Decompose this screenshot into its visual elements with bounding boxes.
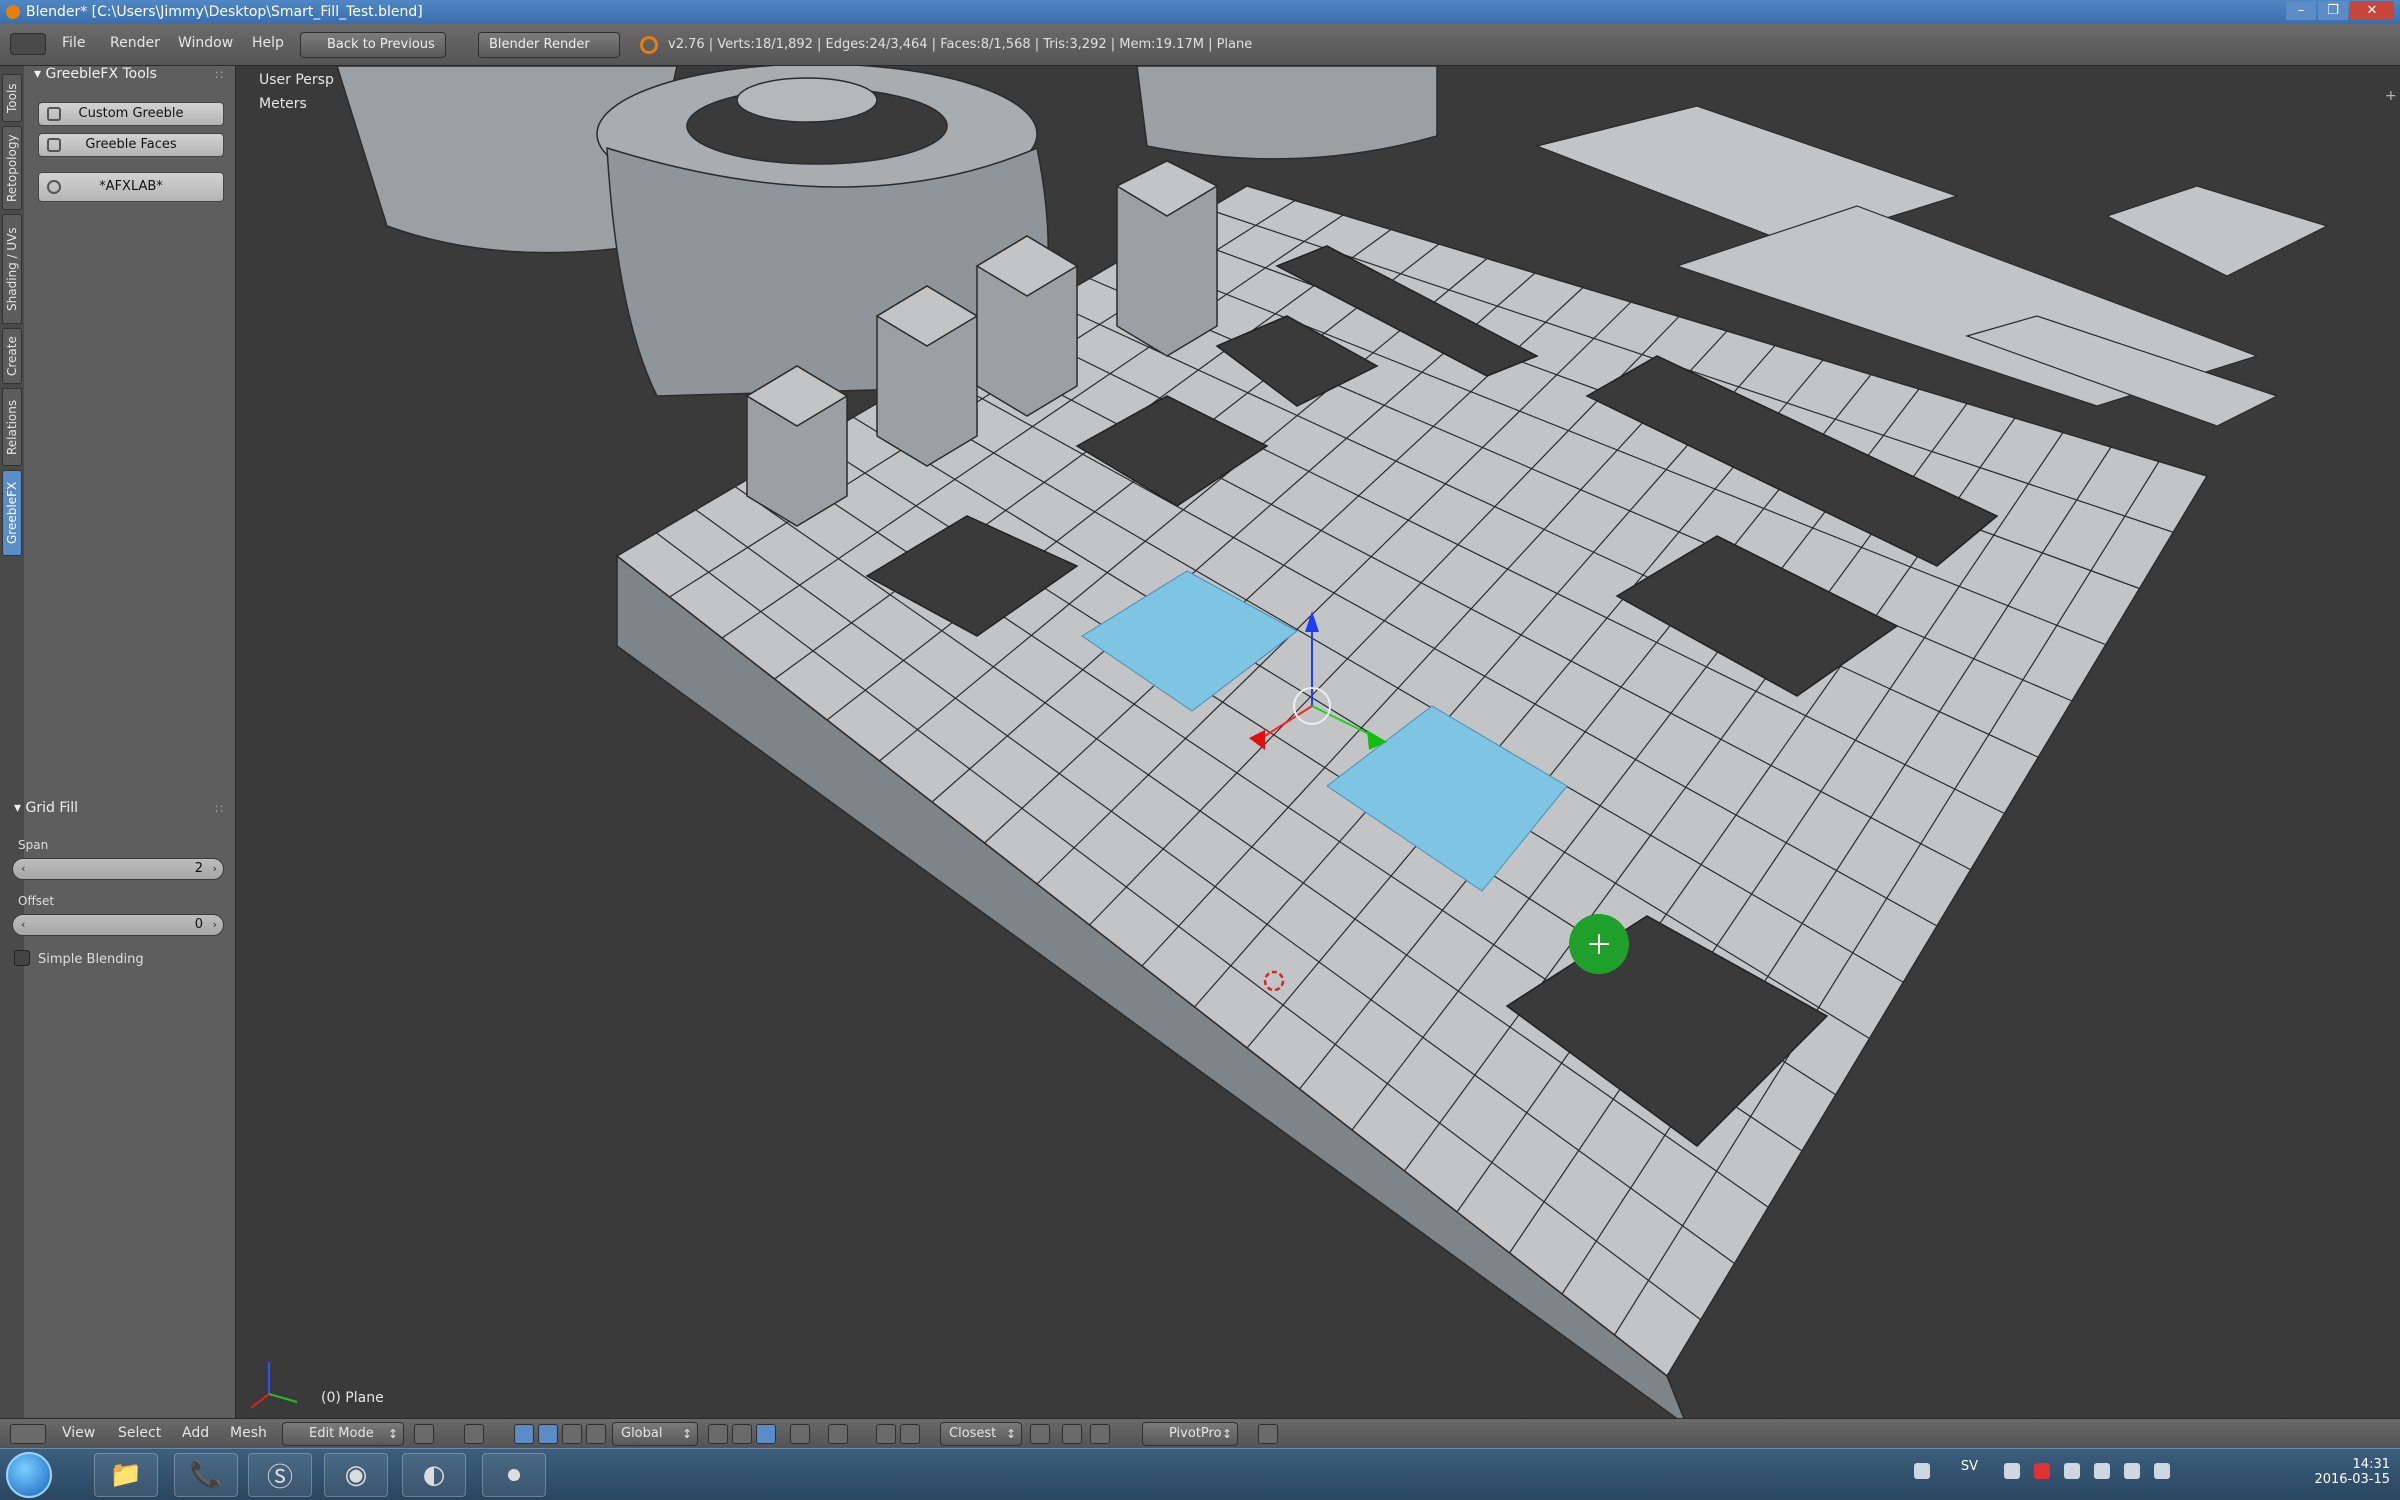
custom-greeble-button[interactable]: Custom Greeble xyxy=(38,102,224,126)
mesh-scene: + xyxy=(250,66,2397,1418)
3d-view-header: View Select Add Mesh Edit Mode Global Cl… xyxy=(0,1418,2400,1448)
tab-create[interactable]: Create xyxy=(2,328,22,384)
offset-field[interactable]: ‹ 0 › xyxy=(12,914,224,936)
scene-stats: v2.76 | Verts:18/1,892 | Edges:24/3,464 … xyxy=(668,37,1253,52)
blender-app-icon xyxy=(6,5,20,19)
3d-viewport[interactable]: + User Persp Meters (0) Plane xyxy=(237,66,2400,1418)
increment-arrow-icon[interactable]: › xyxy=(213,859,217,879)
blender-logo-icon xyxy=(640,36,658,54)
tab-relations[interactable]: Relations xyxy=(2,388,22,466)
windows-taskbar: 📁 📞 Ⓢ ◉ ◐ ⏺ SV 14:31 2016-03-15 xyxy=(0,1448,2400,1500)
window-title: Blender* [C:\Users\Jimmy\Desktop\Smart_F… xyxy=(26,4,423,20)
viber-icon[interactable]: 📞 xyxy=(174,1453,238,1497)
snap-mode-icon[interactable] xyxy=(900,1424,920,1444)
simple-blending-label: Simple Blending xyxy=(38,952,144,967)
afxlab-icon xyxy=(47,180,61,194)
orientation-dropdown[interactable]: Global xyxy=(612,1422,698,1446)
units-label: Meters xyxy=(259,96,307,112)
menu-window[interactable]: Window xyxy=(178,35,233,51)
tool-shelf: Tools Retopology Shading / UVs Create Re… xyxy=(0,66,236,1418)
menu-add[interactable]: Add xyxy=(182,1425,209,1441)
clock-time: 14:31 xyxy=(2352,1457,2390,1472)
pivot-icon[interactable] xyxy=(464,1424,484,1444)
greeblefx-panel-header[interactable]: ▾ GreebleFX Tools xyxy=(34,66,157,82)
tray-chevron-icon[interactable] xyxy=(1914,1463,1930,1479)
snap-element-icon[interactable] xyxy=(876,1424,896,1444)
disable-icon[interactable] xyxy=(1258,1424,1278,1444)
skype-icon[interactable]: Ⓢ xyxy=(248,1453,312,1497)
menu-file[interactable]: File xyxy=(62,35,85,51)
tab-tools[interactable]: Tools xyxy=(2,74,22,122)
render-engine-dropdown[interactable]: Blender Render xyxy=(478,32,620,58)
mouse-cursor-icon xyxy=(1569,914,1629,974)
info-header: File Render Window Help Back to Previous… xyxy=(0,24,2400,66)
menu-help[interactable]: Help xyxy=(252,35,284,51)
proportional-edit-icon[interactable] xyxy=(790,1424,810,1444)
greeble-faces-button[interactable]: Greeble Faces xyxy=(38,133,224,157)
span-field[interactable]: ‹ 2 › xyxy=(12,858,224,880)
window-titlebar: Blender* [C:\Users\Jimmy\Desktop\Smart_F… xyxy=(0,0,2400,24)
render-anim-icon[interactable] xyxy=(1090,1424,1110,1444)
snap-target-dropdown[interactable]: Closest xyxy=(940,1422,1022,1446)
decrement-arrow-icon[interactable]: ‹ xyxy=(21,915,25,935)
tray-network-icon[interactable] xyxy=(2004,1463,2020,1479)
tray-flag-icon[interactable] xyxy=(2094,1463,2110,1479)
snap-icon[interactable] xyxy=(828,1424,848,1444)
language-indicator[interactable]: SV xyxy=(1961,1459,1978,1474)
editor-type-selector[interactable] xyxy=(10,33,46,55)
maximize-button[interactable]: ❐ xyxy=(2318,1,2348,20)
menu-select[interactable]: Select xyxy=(118,1425,161,1441)
file-explorer-icon[interactable]: 📁 xyxy=(94,1453,158,1497)
recorder-icon[interactable]: ⏺ xyxy=(482,1453,546,1497)
axis-widget-icon xyxy=(250,1362,298,1409)
properties-toggle-icon[interactable]: + xyxy=(2385,88,2397,104)
increment-arrow-icon[interactable]: › xyxy=(213,915,217,935)
render-icon[interactable] xyxy=(1062,1424,1082,1444)
tray-display-icon[interactable] xyxy=(2124,1463,2140,1479)
tab-greeblefx[interactable]: GreebleFX xyxy=(2,470,22,556)
menu-mesh[interactable]: Mesh xyxy=(230,1425,267,1441)
snap-align-icon[interactable] xyxy=(1030,1424,1050,1444)
translate-icon[interactable] xyxy=(538,1424,558,1444)
mode-dropdown[interactable]: Edit Mode xyxy=(282,1422,404,1446)
close-button[interactable]: ✕ xyxy=(2350,1,2394,20)
tray-volume-icon[interactable] xyxy=(2154,1463,2170,1479)
offset-label: Offset xyxy=(18,894,55,908)
scale-icon[interactable] xyxy=(586,1424,606,1444)
toolshelf-tabs: Tools Retopology Shading / UVs Create Re… xyxy=(0,66,24,1418)
afxlab-button[interactable]: *AFXLAB* xyxy=(38,172,224,202)
editor-type-icon[interactable] xyxy=(10,1424,46,1444)
tray-windows-icon[interactable] xyxy=(2064,1463,2080,1479)
clock-date: 2016-03-15 xyxy=(2314,1472,2390,1487)
grid-fill-drag-handle[interactable]: ∷ xyxy=(215,802,223,816)
active-object-label: (0) Plane xyxy=(321,1390,384,1406)
tab-shading-uvs[interactable]: Shading / UVs xyxy=(2,214,22,324)
span-label: Span xyxy=(18,838,49,852)
minimize-button[interactable]: – xyxy=(2286,1,2316,20)
tab-retopology[interactable]: Retopology xyxy=(2,126,22,210)
back-to-previous-button[interactable]: Back to Previous xyxy=(300,32,446,58)
view-name: User Persp xyxy=(259,72,334,88)
start-button-icon[interactable] xyxy=(6,1452,52,1498)
blender-taskbar-icon[interactable]: ◐ xyxy=(402,1453,466,1497)
tray-antivirus-icon[interactable] xyxy=(2034,1463,2050,1479)
menu-view[interactable]: View xyxy=(62,1425,95,1441)
face-select-icon[interactable] xyxy=(756,1424,776,1444)
grid-fill-panel-header[interactable]: ▾ Grid Fill xyxy=(14,800,78,816)
panel-drag-handle[interactable]: ∷ xyxy=(215,68,223,82)
vertex-select-icon[interactable] xyxy=(732,1424,752,1444)
pivotpro-button[interactable]: PivotPro xyxy=(1142,1422,1238,1446)
simple-blending-checkbox[interactable] xyxy=(14,950,30,966)
shading-icon[interactable] xyxy=(414,1424,434,1444)
layers-icon[interactable] xyxy=(708,1424,728,1444)
faces-icon xyxy=(47,138,61,152)
decrement-arrow-icon[interactable]: ‹ xyxy=(21,859,25,879)
manipulator-icon[interactable] xyxy=(514,1424,534,1444)
menu-render[interactable]: Render xyxy=(110,35,160,51)
chrome-icon[interactable]: ◉ xyxy=(324,1453,388,1497)
greeble-icon xyxy=(47,107,61,121)
tray-clock[interactable]: 14:31 2016-03-15 xyxy=(2314,1457,2390,1487)
rotate-icon[interactable] xyxy=(562,1424,582,1444)
